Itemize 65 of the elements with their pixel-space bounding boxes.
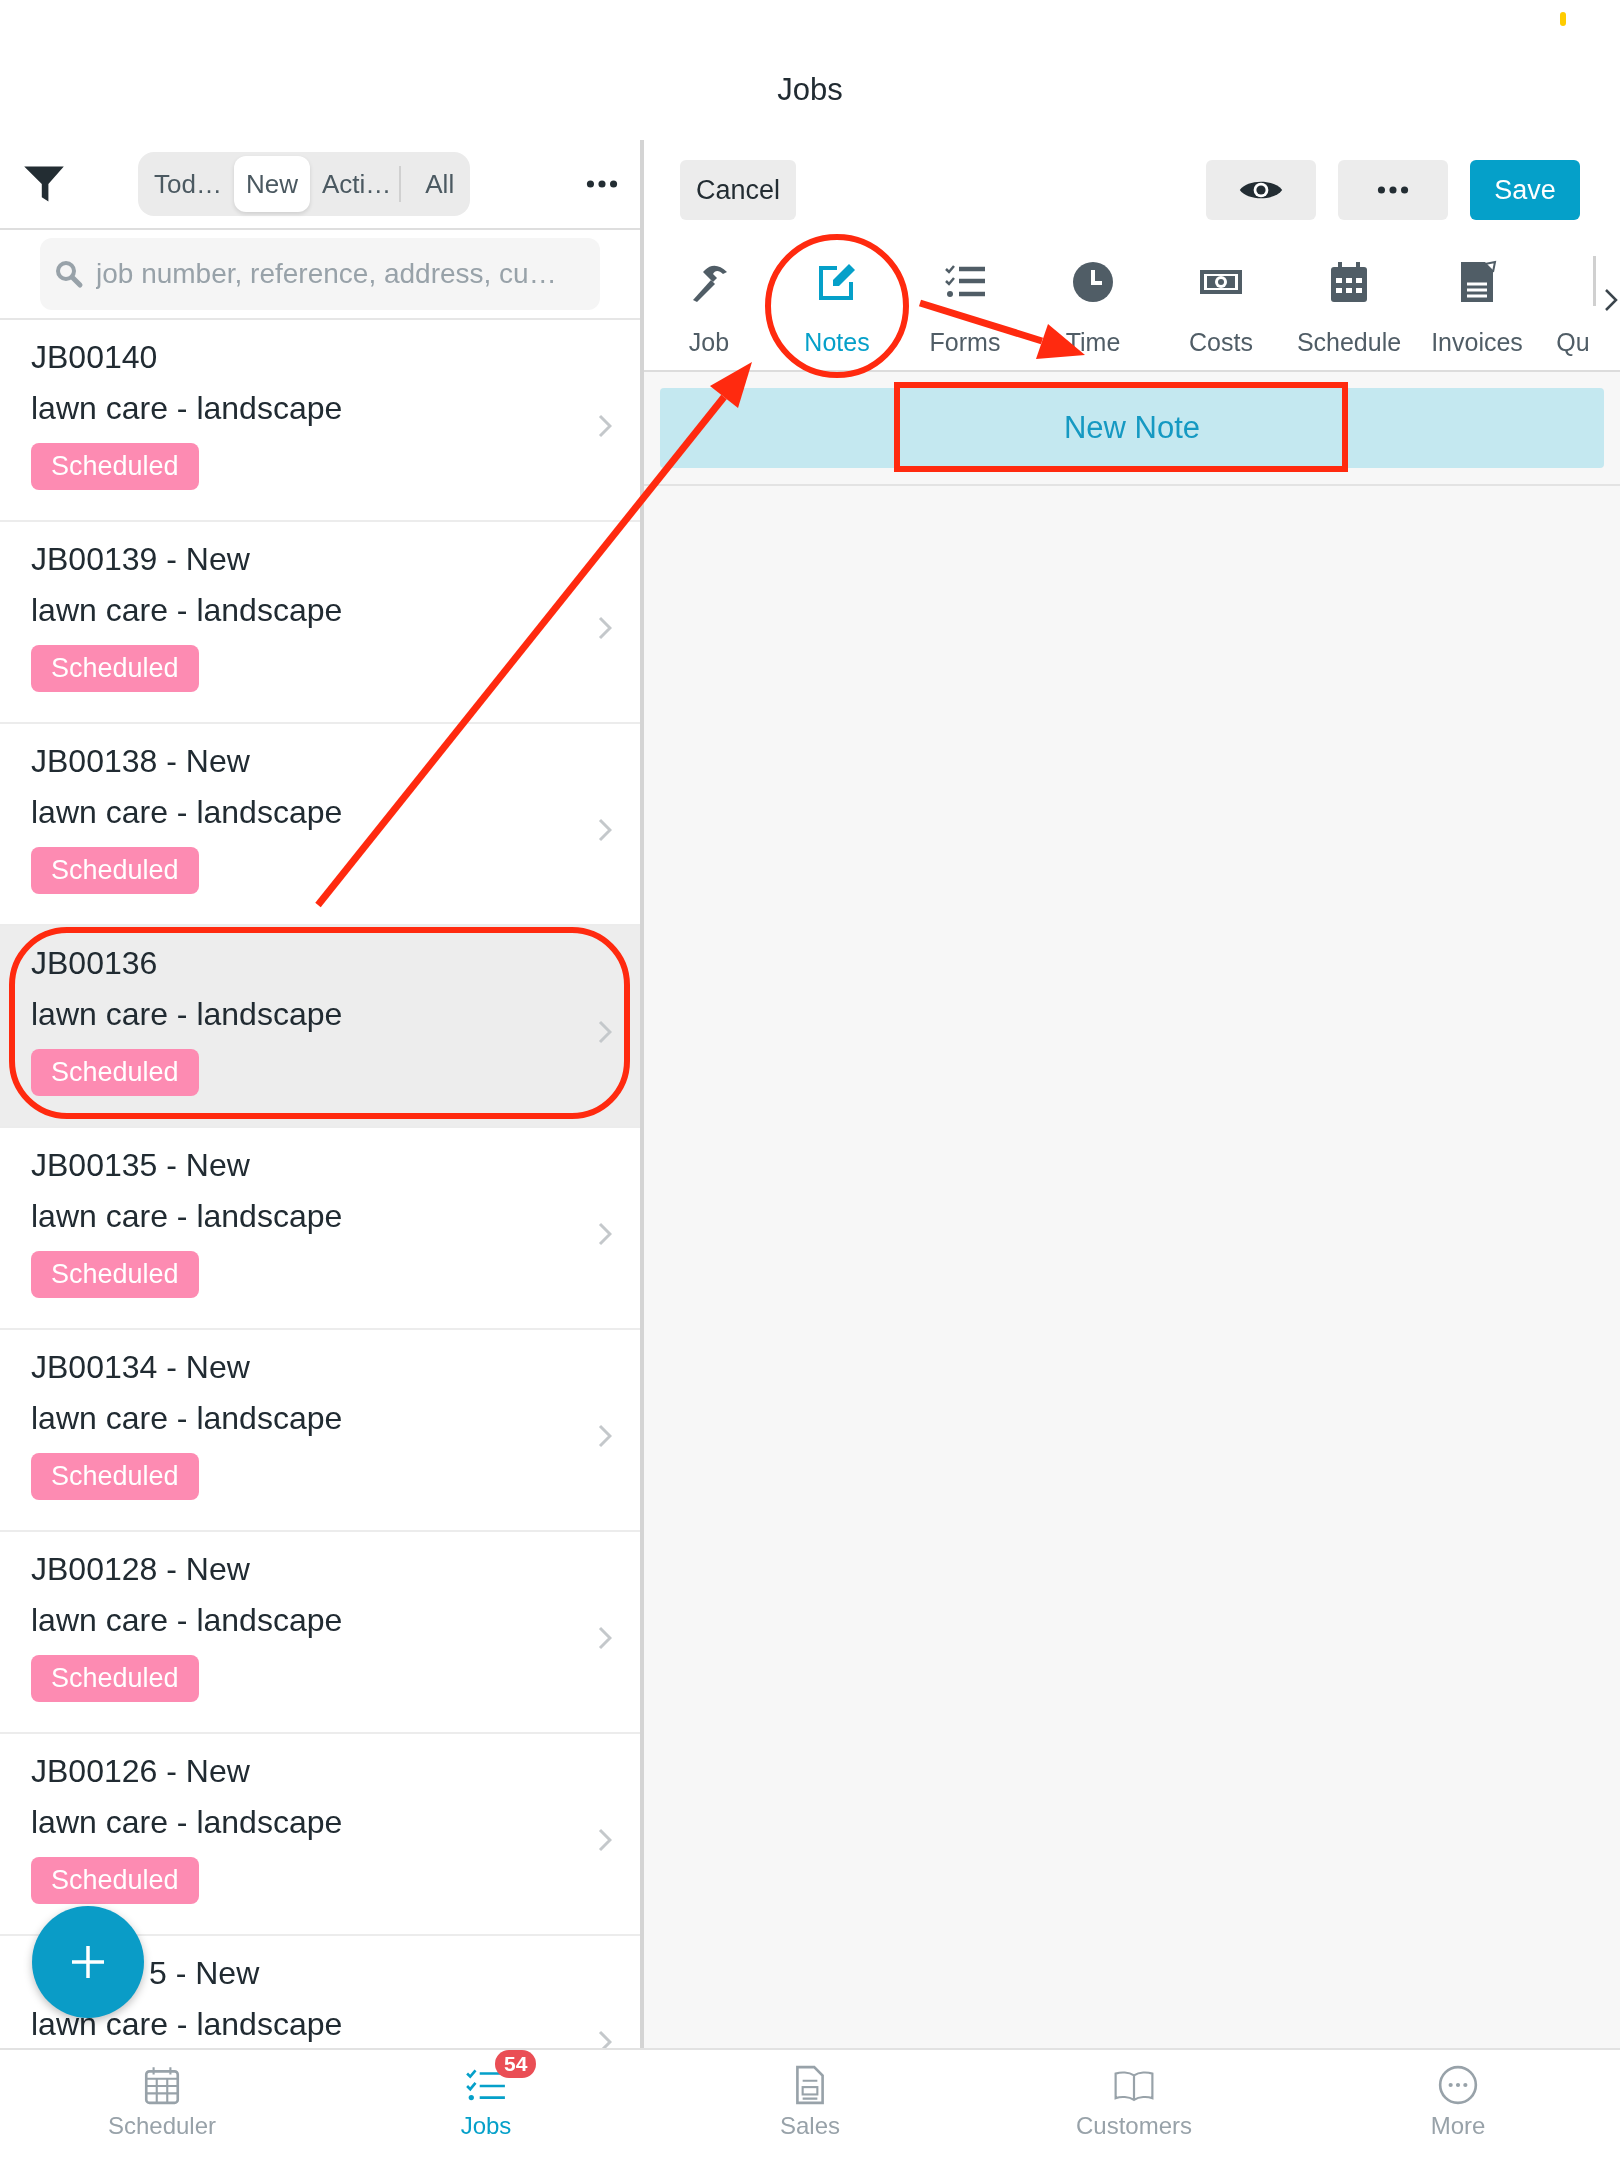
search-icon: [54, 259, 84, 289]
count-badge: 54: [495, 2050, 537, 2078]
status-badge: Scheduled: [31, 443, 199, 490]
more-icon: [1437, 2064, 1479, 2106]
job-description: lawn care - landscape: [31, 995, 343, 1034]
job-row[interactable]: JB00136 lawn care - landscape Scheduled: [0, 926, 640, 1128]
status-badge: Scheduled: [31, 1857, 199, 1904]
more-icon[interactable]: [586, 179, 618, 189]
filter-tab[interactable]: New: [233, 156, 310, 212]
job-description: lawn care - landscape: [31, 793, 343, 832]
job-number: JB00136: [31, 944, 158, 983]
job-row[interactable]: JB00128 - New lawn care - landscape Scheduled: [0, 1532, 640, 1734]
chevron-icon: [598, 1424, 612, 1448]
job-number: JB00140: [31, 338, 158, 377]
status-badge: Scheduled: [31, 1655, 199, 1702]
chevron-icon: [598, 1020, 612, 1044]
tab[interactable]: Schedule: [1285, 250, 1413, 357]
chevron-icon: [598, 616, 612, 640]
chevron-icon[interactable]: [1604, 288, 1618, 312]
status-badge: Scheduled: [31, 1251, 199, 1298]
chevron-icon: [598, 818, 612, 842]
job-row[interactable]: JB00138 - New lawn care - landscape Scheduled: [0, 724, 640, 926]
filter-tab[interactable]: Acti…: [309, 166, 402, 202]
job-description: lawn care - landscape: [31, 1601, 343, 1640]
job-number: JB00134 - New: [31, 1348, 250, 1387]
job-description: lawn care - landscape: [31, 1803, 343, 1842]
job-description: lawn care - landscape: [31, 2005, 343, 2044]
nav-tab[interactable]: 54 Jobs: [324, 2050, 648, 2160]
search-field[interactable]: job number, reference, address, cu…: [40, 238, 600, 310]
job-description: lawn care - landscape: [31, 1197, 343, 1236]
job-description: lawn care - landscape: [31, 591, 343, 630]
status-badge: Scheduled: [31, 645, 199, 692]
job-number: JB00126 - New: [31, 1752, 250, 1791]
preview-button[interactable]: [1206, 160, 1316, 220]
job-row[interactable]: JB00139 - New lawn care - landscape Scheduled: [0, 522, 640, 724]
filter-tab[interactable]: Tod…: [142, 156, 234, 212]
status-badge: Scheduled: [31, 1453, 199, 1500]
page-title: Jobs: [777, 72, 843, 108]
status-indicator: [1560, 12, 1566, 26]
status-badge: Scheduled: [31, 1049, 199, 1096]
tab[interactable]: Forms: [901, 250, 1029, 357]
job-number: JB00128 - New: [31, 1550, 250, 1589]
status-badge: Scheduled: [31, 847, 199, 894]
chevron-icon: [598, 1828, 612, 1852]
more-icon: [1377, 185, 1409, 195]
filter-tab[interactable]: All: [413, 156, 467, 212]
job-number: 5 - New: [149, 1954, 260, 1993]
tab[interactable]: Costs: [1157, 250, 1285, 357]
chevron-icon: [598, 1222, 612, 1246]
chevron-icon: [598, 414, 612, 438]
job-number: JB00135 - New: [31, 1146, 250, 1185]
tab[interactable]: Invoices: [1413, 250, 1541, 357]
job-number: JB00138 - New: [31, 742, 250, 781]
chevron-icon: [598, 2030, 612, 2048]
job-row[interactable]: JB00135 - New lawn care - landscape Scheduled: [0, 1128, 640, 1330]
clock-icon: [1071, 260, 1115, 304]
job-description: lawn care - landscape: [31, 1399, 343, 1438]
job-description: lawn care - landscape: [31, 389, 343, 428]
tab[interactable]: Job: [645, 250, 773, 357]
tab[interactable]: Qu: [1553, 250, 1593, 357]
job-row[interactable]: JB00140 lawn care - landscape Scheduled: [0, 320, 640, 522]
cancel-button[interactable]: Cancel: [680, 160, 797, 220]
job-number: JB00139 - New: [31, 540, 250, 579]
job-row[interactable]: JB00134 - New lawn care - landscape Scheduled: [0, 1330, 640, 1532]
chevron-icon: [598, 1626, 612, 1650]
